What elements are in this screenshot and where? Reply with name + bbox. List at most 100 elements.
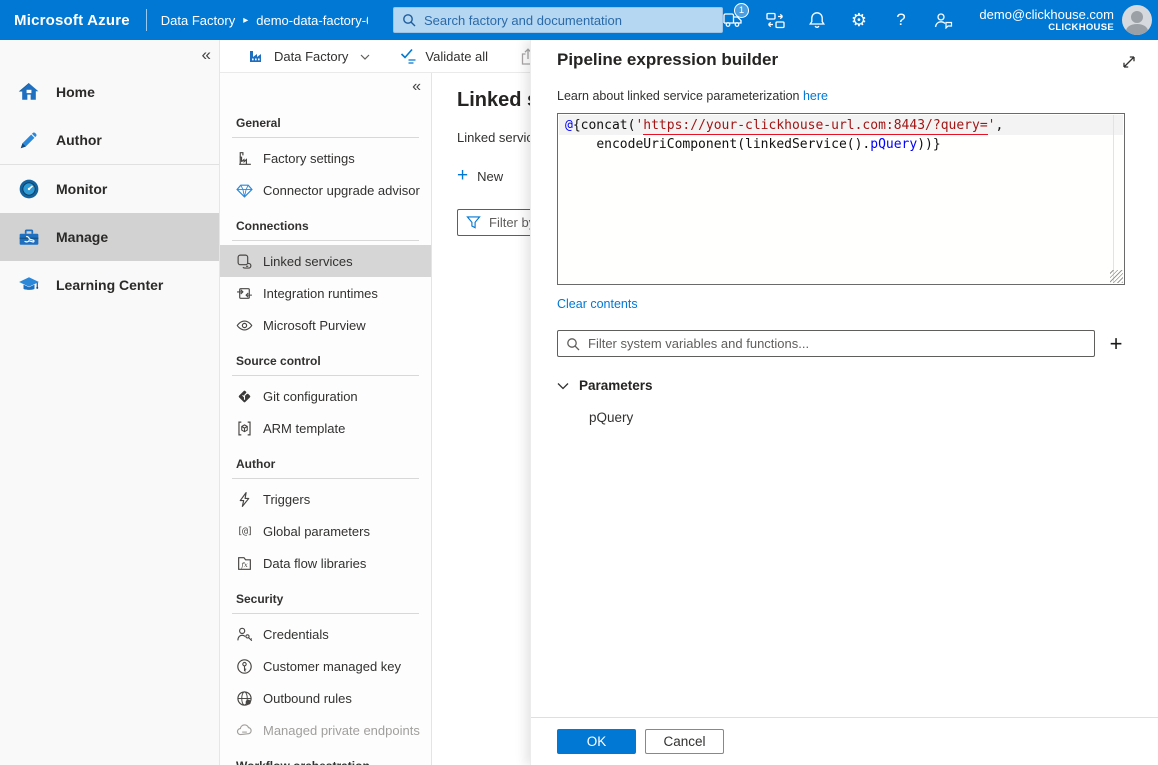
expand-panel-button[interactable] — [1116, 49, 1142, 75]
filter-funnel-icon — [466, 215, 481, 230]
avatar[interactable] — [1122, 5, 1152, 35]
nav-item-label: Home — [56, 84, 95, 100]
learn-text: Learn about linked service parameterizat… — [531, 70, 1158, 103]
factory-icon — [248, 48, 266, 64]
manage-sidebar: « General Factory settings Connector upg… — [220, 73, 432, 765]
azure-brand[interactable]: Microsoft Azure — [0, 12, 146, 29]
sidebar-item-arm-template[interactable]: ARM template — [220, 412, 431, 444]
integration-runtimes-icon — [236, 285, 253, 302]
function-filter-box[interactable] — [557, 330, 1095, 357]
topbar-divider — [146, 9, 147, 31]
section-header-general: General — [220, 103, 431, 137]
parameters-section-header[interactable]: Parameters — [557, 378, 653, 393]
leftnav-collapse-icon[interactable]: « — [202, 45, 211, 65]
global-parameters-icon: [@] — [236, 523, 253, 540]
sidebar-item-integration-runtimes[interactable]: Integration runtimes — [220, 277, 431, 309]
sidebar-item-global-parameters[interactable]: [@] Global parameters — [220, 515, 431, 547]
expand-diagonal-icon — [1120, 53, 1138, 71]
clear-contents-link[interactable]: Clear contents — [557, 297, 638, 311]
nav-item-author[interactable]: Author — [0, 116, 219, 164]
sidebar-item-factory-settings[interactable]: Factory settings — [220, 142, 431, 174]
linked-services-icon — [236, 253, 253, 270]
section-header-connections: Connections — [220, 206, 431, 240]
sidebar-item-data-flow-libraries[interactable]: fx Data flow libraries — [220, 547, 431, 579]
cube-brackets-icon — [236, 420, 253, 437]
notification-count-badge: 1 — [734, 3, 749, 18]
validate-all-button[interactable]: Validate all — [400, 48, 494, 64]
gem-icon — [236, 182, 253, 199]
breadcrumb-factory-name[interactable]: demo-data-factory-00 — [256, 13, 368, 28]
nav-item-manage[interactable]: Manage — [0, 213, 219, 261]
nav-item-label: Manage — [56, 229, 108, 245]
section-header-source-control: Source control — [220, 341, 431, 375]
factory-selector-label: Data Factory — [274, 49, 348, 64]
help-button[interactable]: ? — [884, 0, 918, 40]
factory-settings-icon — [236, 150, 253, 167]
notifications-button[interactable] — [800, 0, 834, 40]
sidebar-item-customer-managed-key[interactable]: Customer managed key — [220, 650, 431, 682]
feedback-button[interactable] — [926, 0, 960, 40]
learn-link[interactable]: here — [803, 89, 828, 103]
breadcrumb-arrow-icon: ▸ — [243, 15, 248, 26]
panel-title: Pipeline expression builder — [531, 40, 1158, 70]
pipeline-expression-builder-panel: Pipeline expression builder Learn about … — [530, 40, 1158, 765]
globe-icon — [236, 690, 253, 707]
sidebar-item-managed-private-endpoints[interactable]: Managed private endpoints — [220, 714, 431, 746]
validate-check-icon — [400, 48, 417, 64]
switch-resource-button[interactable] — [758, 0, 792, 40]
chevron-down-icon — [360, 54, 370, 60]
lightning-icon — [236, 491, 253, 508]
editor-scrollbar[interactable] — [1113, 115, 1114, 283]
parameter-pquery[interactable]: pQuery — [589, 410, 633, 425]
breadcrumb[interactable]: Data Factory — [161, 13, 235, 28]
cancel-button[interactable]: Cancel — [645, 729, 724, 754]
function-filter-input[interactable] — [588, 336, 1086, 351]
expression-editor[interactable]: @{concat('https://your-clickhouse-url.co… — [557, 113, 1125, 285]
account-email: demo@clickhouse.com — [979, 7, 1114, 22]
editor-resize-handle[interactable] — [1110, 270, 1123, 283]
sidebar-item-microsoft-purview[interactable]: Microsoft Purview — [220, 309, 431, 341]
sidebar-item-connector-upgrade-advisor[interactable]: Connector upgrade advisor — [220, 174, 431, 206]
sidebar-item-triggers[interactable]: Triggers — [220, 483, 431, 515]
account-menu[interactable]: demo@clickhouse.com CLICKHOUSE — [979, 0, 1114, 40]
feedback-person-icon — [934, 12, 953, 29]
validate-all-label: Validate all — [425, 49, 488, 64]
global-search[interactable] — [393, 7, 723, 33]
sidebar-item-credentials[interactable]: Credentials — [220, 618, 431, 650]
person-key-icon — [236, 626, 253, 643]
gauge-icon — [17, 177, 41, 201]
sidebar-item-git-configuration[interactable]: Git configuration — [220, 380, 431, 412]
search-icon — [402, 13, 416, 27]
sidebar-item-outbound-rules[interactable]: Outbound rules — [220, 682, 431, 714]
ok-button[interactable]: OK — [557, 729, 636, 754]
nav-item-home[interactable]: Home — [0, 68, 219, 116]
panel-footer: OK Cancel — [531, 717, 1158, 765]
account-directory: CLICKHOUSE — [1048, 22, 1114, 34]
home-icon — [17, 80, 41, 104]
section-header-workflow-orchestration-manager: Workflow orchestration manager — [220, 746, 400, 765]
settings-button[interactable]: ⚙ — [842, 0, 876, 40]
chevron-down-icon — [557, 382, 569, 390]
plus-icon: + — [457, 165, 468, 187]
search-icon — [566, 337, 580, 351]
deployment-truck-button[interactable]: 1 — [716, 0, 750, 40]
svg-text:fx: fx — [240, 561, 248, 569]
top-bar: Microsoft Azure Data Factory ▸ demo-data… — [0, 0, 1158, 40]
nav-item-label: Learning Center — [56, 277, 163, 293]
nav-item-learning-center[interactable]: Learning Center — [0, 261, 219, 309]
git-icon — [236, 388, 253, 405]
factory-selector[interactable]: Data Factory — [248, 48, 374, 64]
toolbox-icon — [17, 225, 41, 249]
help-icon: ? — [896, 10, 905, 30]
nav-item-label: Monitor — [56, 181, 107, 197]
data-flow-libraries-icon: fx — [236, 555, 253, 572]
sidebar-collapse-icon[interactable]: « — [412, 78, 421, 96]
eye-icon — [236, 317, 253, 334]
add-button[interactable]: + — [1104, 332, 1128, 356]
bell-icon — [808, 11, 826, 29]
sidebar-item-linked-services[interactable]: Linked services — [220, 245, 431, 277]
search-input[interactable] — [424, 13, 714, 28]
cloud-icon — [236, 722, 253, 739]
left-navigation: « Home Author Monitor Manage — [0, 40, 220, 765]
nav-item-monitor[interactable]: Monitor — [0, 165, 219, 213]
